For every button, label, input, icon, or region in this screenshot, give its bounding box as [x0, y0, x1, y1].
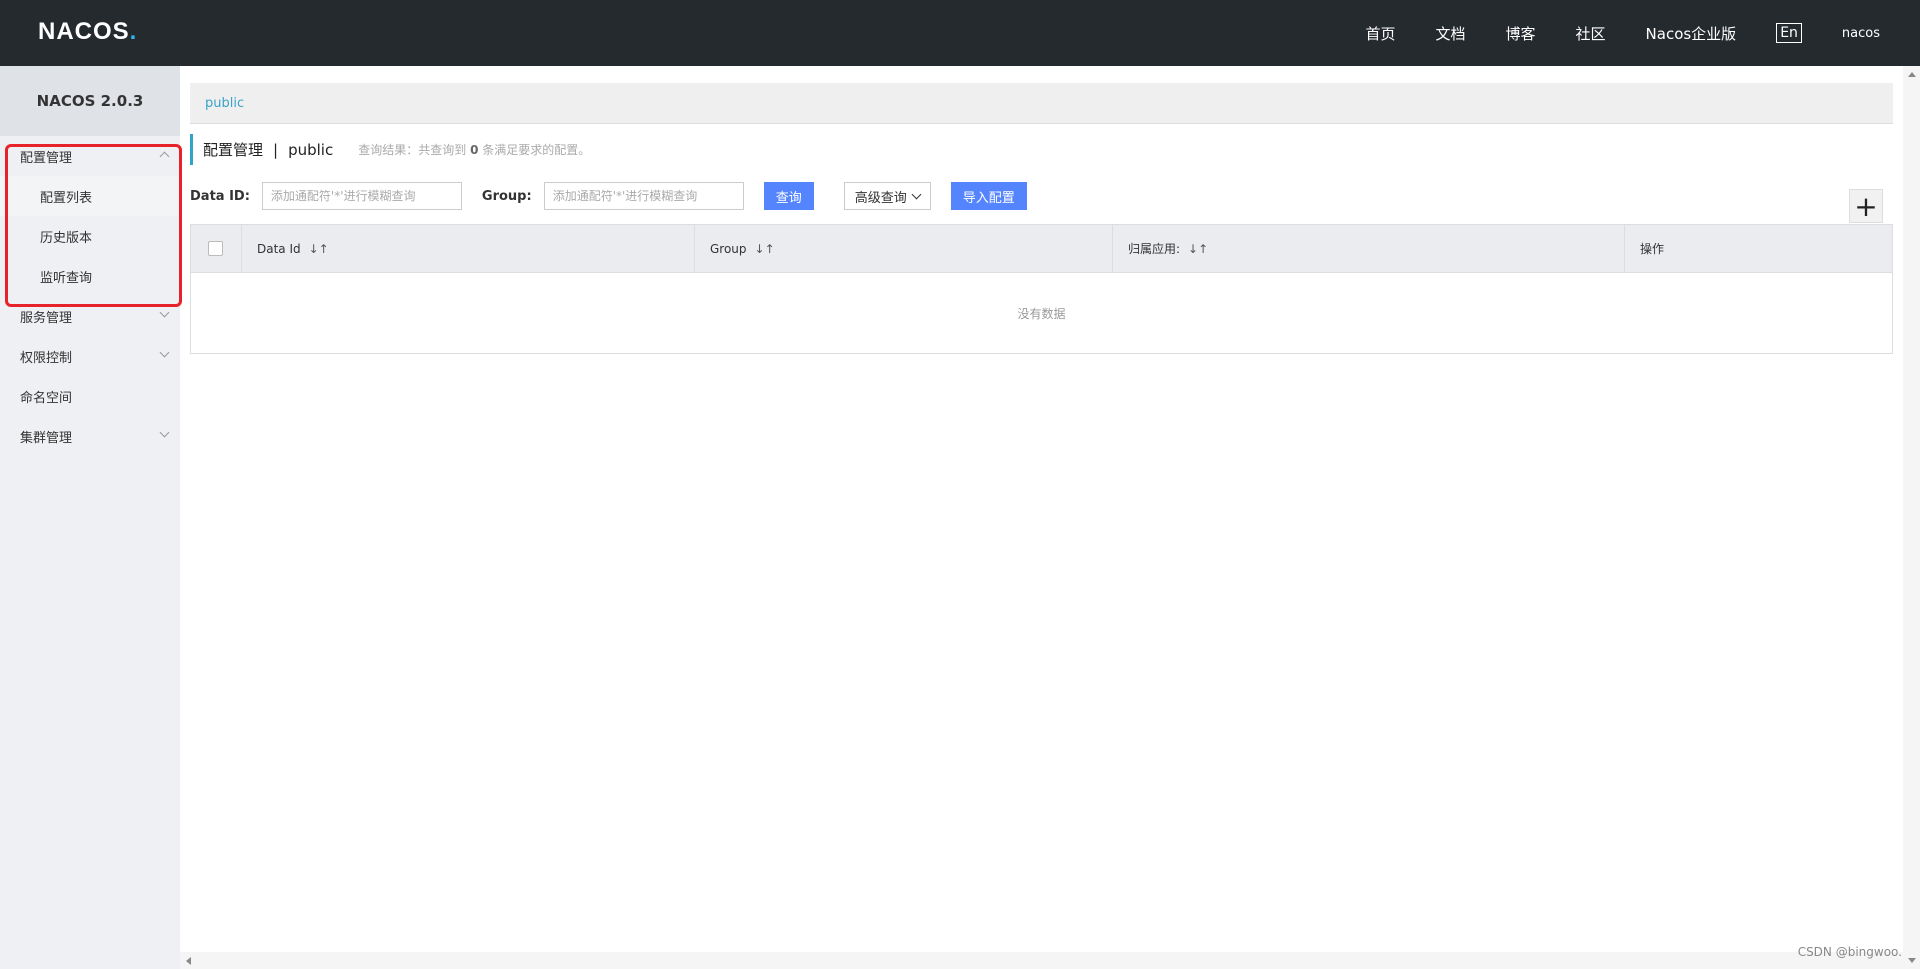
col-operation-label: 操作	[1640, 242, 1665, 256]
sort-icon[interactable]: ↓↑	[1188, 242, 1208, 256]
empty-state: 没有数据	[1017, 306, 1066, 321]
main-content: public 配置管理 | public 查询结果：共查询到 0 条满足要求的配…	[190, 83, 1893, 354]
col-app[interactable]: 归属应用: ↓↑	[1113, 225, 1625, 272]
nav-community[interactable]: 社区	[1576, 23, 1606, 44]
menu-label: 集群管理	[20, 430, 73, 446]
top-header: NACOS. 首页 文档 博客 社区 Nacos企业版 En nacos	[0, 0, 1920, 66]
horizontal-scrollbar[interactable]	[180, 952, 1903, 969]
select-all-checkbox[interactable]	[208, 241, 223, 256]
chevron-down-icon	[911, 189, 922, 199]
nav-blog[interactable]: 博客	[1506, 23, 1536, 44]
scroll-down-icon[interactable]	[1908, 958, 1916, 963]
nav-docs[interactable]: 文档	[1435, 23, 1465, 44]
version-label: NACOS 2.0.3	[0, 66, 180, 136]
dataid-label: Data ID:	[190, 188, 250, 204]
advanced-query-label: 高级查询	[854, 190, 907, 206]
add-config-button[interactable]: +	[1849, 189, 1883, 223]
language-toggle[interactable]: En	[1776, 23, 1802, 43]
namespace-link[interactable]: public	[205, 96, 244, 111]
vertical-scrollbar[interactable]	[1903, 66, 1920, 969]
import-config-button[interactable]: 导入配置	[950, 182, 1027, 210]
filter-row: Data ID: Group: 查询 高级查询 导入配置 +	[190, 182, 1893, 223]
top-nav: 首页 文档 博客 社区 Nacos企业版 En nacos	[1365, 0, 1920, 66]
advanced-query-button[interactable]: 高级查询	[843, 182, 931, 210]
user-name[interactable]: nacos	[1842, 26, 1880, 41]
sort-icon[interactable]: ↓↑	[755, 242, 775, 256]
watermark: CSDN @bingwoo.	[1797, 945, 1902, 959]
dataid-input[interactable]	[261, 182, 462, 210]
menu-label: 服务管理	[20, 310, 73, 326]
select-all-cell	[191, 225, 242, 272]
table-header: Data Id ↓↑ Group ↓↑ 归属应用: ↓↑ 操作	[191, 225, 1892, 273]
result-summary: 查询结果：共查询到 0 条满足要求的配置。	[358, 143, 591, 157]
menu-head-cluster[interactable]: 集群管理	[0, 416, 180, 456]
nav-home[interactable]: 首页	[1365, 23, 1395, 44]
title-separator: |	[273, 140, 279, 159]
col-group-label: Group	[710, 241, 747, 256]
menu-head-namespace[interactable]: 命名空间	[0, 376, 180, 416]
menu-head-permission[interactable]: 权限控制	[0, 336, 180, 376]
config-table: Data Id ↓↑ Group ↓↑ 归属应用: ↓↑ 操作 没有数据	[190, 224, 1893, 354]
menu-label: 权限控制	[20, 350, 73, 366]
menu-label: 命名空间	[20, 390, 73, 406]
page-title-text: 配置管理	[203, 141, 264, 159]
chevron-down-icon	[159, 307, 170, 318]
nacos-logo[interactable]: NACOS.	[38, 18, 137, 46]
col-app-label: 归属应用:	[1128, 242, 1181, 256]
scroll-left-icon[interactable]	[186, 957, 191, 965]
chevron-down-icon	[159, 347, 170, 358]
page-title: 配置管理 | public 查询结果：共查询到 0 条满足要求的配置。	[190, 134, 1893, 165]
group-input[interactable]	[543, 182, 744, 210]
col-operation: 操作	[1625, 225, 1892, 272]
highlight-annotation	[5, 144, 182, 307]
group-label: Group:	[481, 188, 532, 204]
scroll-up-icon[interactable]	[1908, 72, 1916, 77]
chevron-down-icon	[159, 427, 170, 438]
namespace-bar: public	[190, 83, 1893, 124]
sort-icon[interactable]: ↓↑	[309, 242, 329, 256]
query-button[interactable]: 查询	[763, 182, 814, 210]
nav-enterprise[interactable]: Nacos企业版	[1646, 23, 1737, 44]
col-dataid[interactable]: Data Id ↓↑	[242, 225, 695, 272]
col-group[interactable]: Group ↓↑	[695, 225, 1113, 272]
col-dataid-label: Data Id	[257, 241, 301, 256]
page-title-namespace: public	[288, 140, 334, 159]
